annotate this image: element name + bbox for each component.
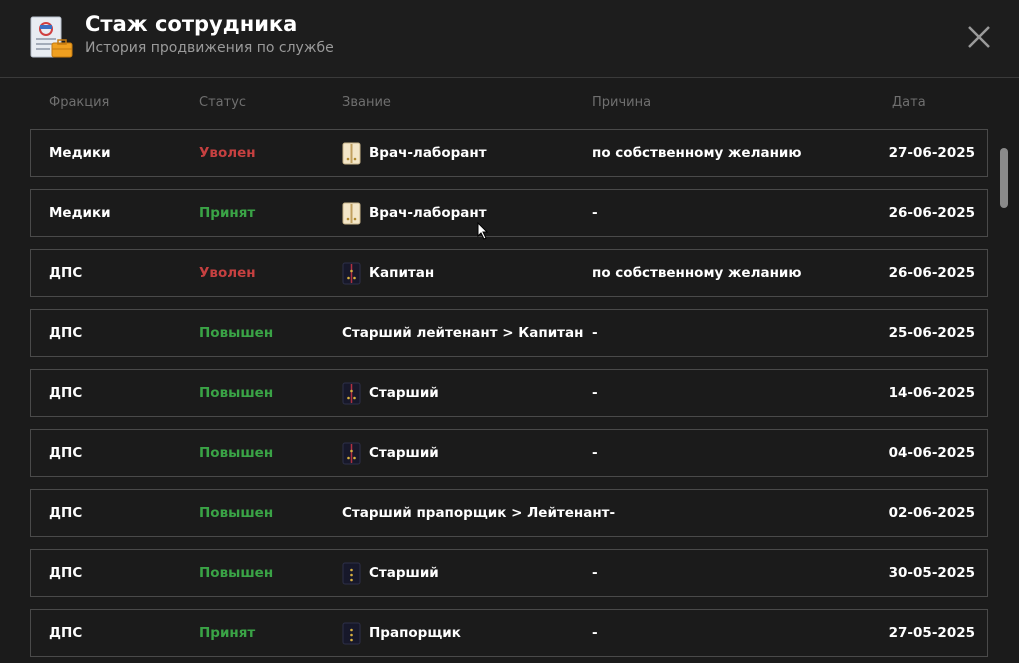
row-date: 27-06-2025 <box>888 145 975 161</box>
row-date: 04-06-2025 <box>888 445 975 461</box>
table-row[interactable]: ДПС Повышен Старший - 30-05-2025 <box>30 549 988 597</box>
row-rank: Врач-лаборант <box>342 190 487 236</box>
row-rank-label: Капитан <box>369 265 435 281</box>
row-status: Повышен <box>199 445 274 461</box>
row-reason: по собственному желанию <box>592 145 802 161</box>
row-rank: Врач-лаборант <box>342 130 487 176</box>
row-rank-label: Старший <box>369 385 439 401</box>
table-row[interactable]: ДПС Повышен Старший лейтенант > Капитан - 25… <box>30 309 988 357</box>
medic-epaulette-icon <box>342 142 361 164</box>
row-status: Уволен <box>199 265 256 281</box>
police-epaulette-icon <box>342 442 361 464</box>
modal-header: Стаж сотрудника История продвижения по с… <box>0 0 1019 78</box>
table-row[interactable]: ДПС Повышен Старший прапорщик > Лейтенант-… <box>30 489 988 537</box>
close-icon[interactable] <box>964 22 994 52</box>
row-date: 14-06-2025 <box>888 385 975 401</box>
row-reason: - <box>592 205 598 221</box>
row-status: Уволен <box>199 145 256 161</box>
row-date: 25-06-2025 <box>888 325 975 341</box>
row-rank-label: Старший прапорщик > Лейтенант- <box>342 505 616 521</box>
history-list[interactable]: Медики Уволен Врач-лаборант по собственному… <box>30 129 988 663</box>
row-faction: ДПС <box>49 325 83 341</box>
row-date: 27-05-2025 <box>888 625 975 641</box>
row-faction: ДПС <box>49 445 83 461</box>
row-faction: ДПС <box>49 625 83 641</box>
row-rank: Старший <box>342 370 439 416</box>
row-reason: - <box>592 385 598 401</box>
row-faction: ДПС <box>49 505 83 521</box>
row-reason: по собственному желанию <box>592 265 802 281</box>
table-row[interactable]: ДПС Принят Прапорщик - 27-05-2025 <box>30 609 988 657</box>
row-rank-label: Старший <box>369 565 439 581</box>
employee-document-icon <box>30 16 73 58</box>
column-header-date: Дата <box>892 95 926 110</box>
column-header-status: Статус <box>199 95 247 110</box>
row-rank-label: Старший лейтенант > Капитан <box>342 325 584 341</box>
police-epaulette-icon <box>342 562 361 584</box>
police-epaulette-icon <box>342 382 361 404</box>
page-subtitle: История продвижения по службе <box>85 40 334 56</box>
police-epaulette-icon <box>342 262 361 284</box>
row-status: Повышен <box>199 385 274 401</box>
row-reason: - <box>592 565 598 581</box>
table-row[interactable]: ДПС Уволен Капитан по собственному желанию 2… <box>30 249 988 297</box>
table-row[interactable]: Медики Принят Врач-лаборант - 26-06-2025 <box>30 189 988 237</box>
row-rank-label: Врач-лаборант <box>369 145 487 161</box>
row-faction: Медики <box>49 205 111 221</box>
column-header-faction: Фракция <box>49 95 110 110</box>
column-header-reason: Причина <box>592 95 652 110</box>
table-row[interactable]: ДПС Повышен Старший - 04-06-2025 <box>30 429 988 477</box>
row-date: 02-06-2025 <box>888 505 975 521</box>
row-status: Принят <box>199 205 256 221</box>
row-faction: ДПС <box>49 385 83 401</box>
row-status: Принят <box>199 625 256 641</box>
row-status: Повышен <box>199 565 274 581</box>
row-rank: Старший <box>342 430 439 476</box>
row-rank-label: Старший <box>369 445 439 461</box>
row-rank: Старший лейтенант > Капитан <box>342 310 583 356</box>
row-rank-label: Прапорщик <box>369 625 461 641</box>
row-faction: ДПС <box>49 565 83 581</box>
row-rank: Старший прапорщик > Лейтенант- <box>342 490 615 536</box>
column-header-rank: Звание <box>342 95 391 110</box>
table-row[interactable]: Медики Уволен Врач-лаборант по собственному… <box>30 129 988 177</box>
row-rank: Капитан <box>342 250 434 296</box>
row-date: 26-06-2025 <box>888 265 975 281</box>
row-date: 26-06-2025 <box>888 205 975 221</box>
row-rank: Старший <box>342 550 439 596</box>
row-rank: Прапорщик <box>342 610 461 656</box>
row-date: 30-05-2025 <box>888 565 975 581</box>
row-status: Повышен <box>199 505 274 521</box>
mouse-cursor-icon <box>477 222 489 240</box>
table-row[interactable]: ДПС Повышен Старший - 14-06-2025 <box>30 369 988 417</box>
row-reason: - <box>592 625 598 641</box>
row-reason: - <box>592 325 598 341</box>
row-rank-label: Врач-лаборант <box>369 205 487 221</box>
scrollbar-thumb[interactable] <box>1000 148 1008 208</box>
police-epaulette-icon <box>342 622 361 644</box>
row-status: Повышен <box>199 325 274 341</box>
row-reason: - <box>592 445 598 461</box>
page-title: Стаж сотрудника <box>85 12 298 36</box>
row-faction: ДПС <box>49 265 83 281</box>
medic-epaulette-icon <box>342 202 361 224</box>
row-faction: Медики <box>49 145 111 161</box>
